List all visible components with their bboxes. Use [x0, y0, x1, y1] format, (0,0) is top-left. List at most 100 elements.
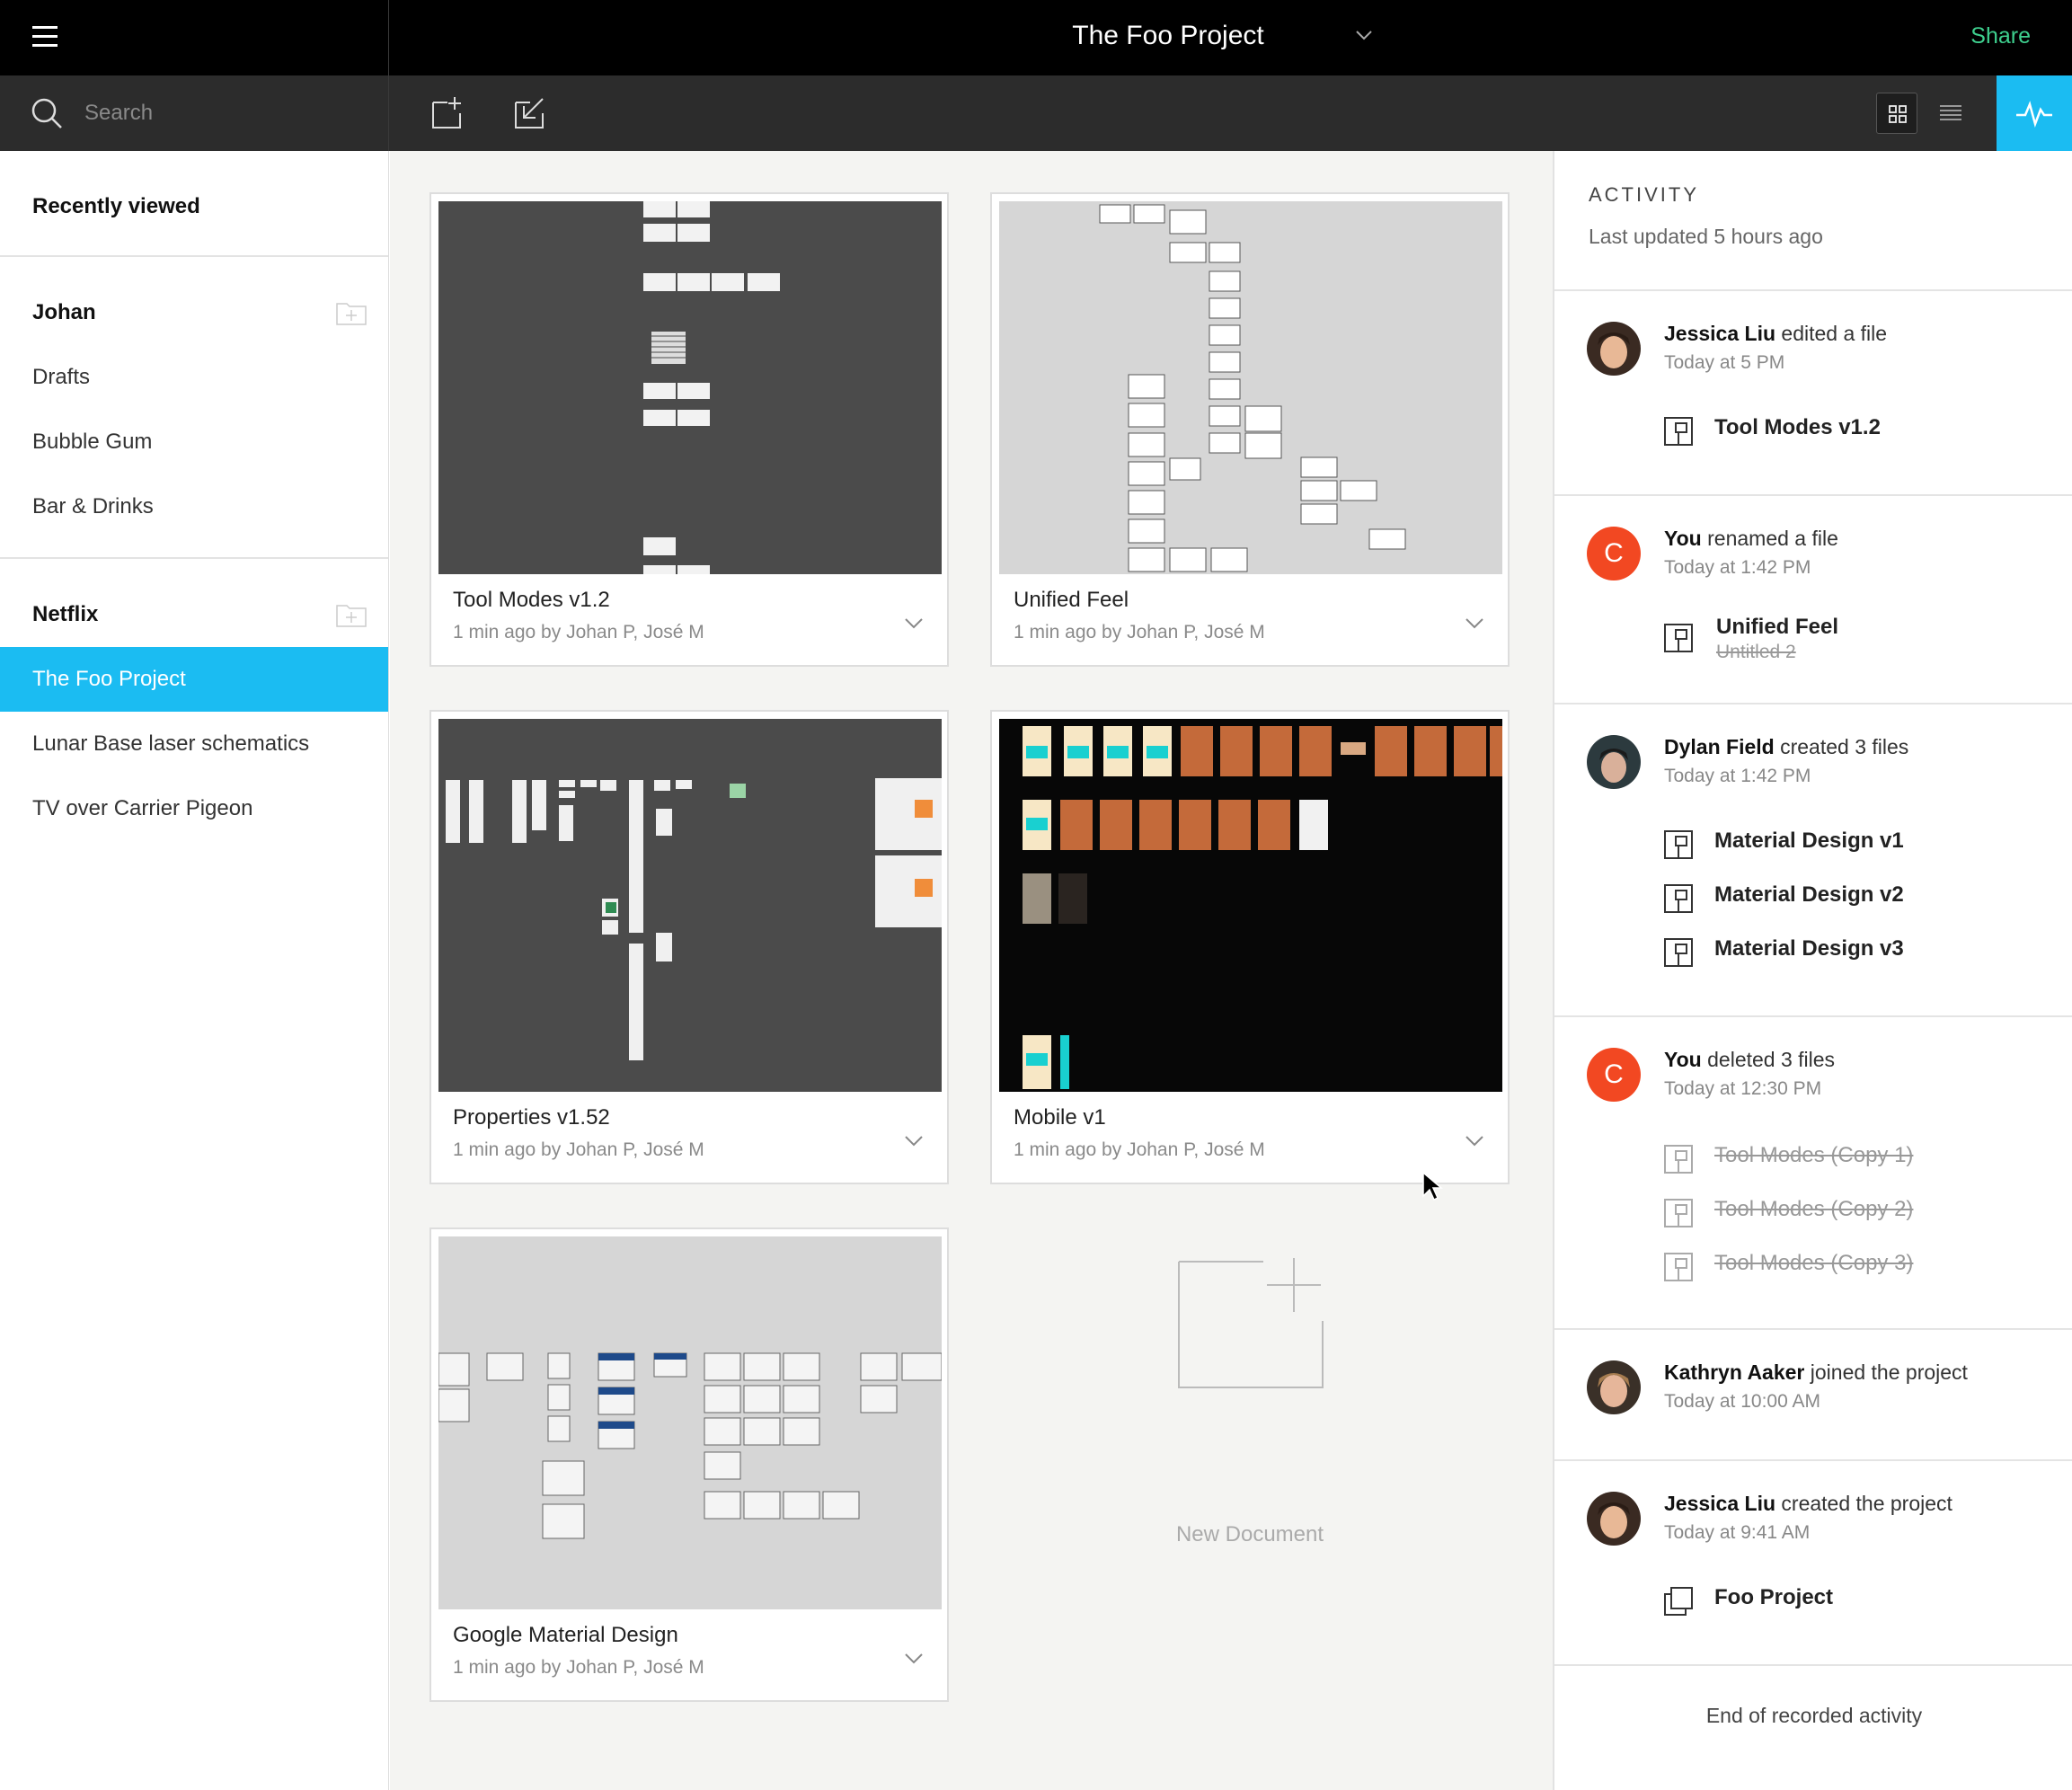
- divider: [1554, 1015, 2072, 1017]
- activity-last-updated: Last updated 5 hours ago: [1589, 225, 1823, 248]
- chevron-down-icon[interactable]: [904, 1652, 924, 1664]
- activity-text: Kathryn Aaker joined the project: [1664, 1360, 1968, 1385]
- activity-action: created the project: [1775, 1492, 1952, 1515]
- divider: [1554, 1664, 2072, 1666]
- divider: [0, 255, 388, 257]
- activity-file-name: Tool Modes (Copy 2): [1714, 1197, 1914, 1221]
- new-file-icon[interactable]: [429, 95, 465, 131]
- divider: [1554, 494, 2072, 496]
- chevron-down-icon[interactable]: [904, 616, 924, 629]
- file-card[interactable]: Google Material Design 1 min ago by Joha…: [429, 1227, 949, 1702]
- list-view-button[interactable]: [1930, 93, 1971, 134]
- avatar: [1587, 1492, 1641, 1546]
- activity-action: renamed a file: [1701, 527, 1838, 550]
- file-icon: [1664, 884, 1693, 913]
- folder-add-icon[interactable]: [336, 602, 367, 627]
- file-icon: [1664, 624, 1693, 652]
- activity-text: Dylan Field created 3 files: [1664, 735, 1908, 759]
- sidebar-item-the-foo-project[interactable]: The Foo Project: [0, 647, 388, 712]
- activity-text: Jessica Liu edited a file: [1664, 322, 1887, 346]
- file-thumbnail: [438, 201, 942, 574]
- activity-toggle-button[interactable]: [1997, 75, 2072, 151]
- file-title: Tool Modes v1.2: [453, 588, 610, 612]
- file-title: Unified Feel: [1014, 588, 1129, 612]
- activity-pulse-icon: [2016, 101, 2052, 128]
- file-thumbnail: [999, 719, 1502, 1092]
- project-title[interactable]: The Foo Project: [988, 21, 1348, 51]
- sidebar-item-bar-drinks[interactable]: Bar & Drinks: [0, 474, 388, 539]
- activity-actor[interactable]: Dylan Field: [1664, 735, 1775, 758]
- mouse-cursor-icon: [1422, 1171, 1444, 1201]
- activity-actor[interactable]: You: [1664, 1048, 1702, 1071]
- import-icon[interactable]: [512, 95, 548, 131]
- file-icon: [1664, 1253, 1693, 1281]
- activity-actor[interactable]: Jessica Liu: [1664, 1492, 1775, 1515]
- activity-actor[interactable]: Jessica Liu: [1664, 322, 1775, 345]
- activity-file-name: Tool Modes (Copy 1): [1714, 1143, 1914, 1167]
- activity-file-name: Material Design v1: [1714, 829, 1904, 853]
- file-card[interactable]: Mobile v1 1 min ago by Johan P, José M: [990, 710, 1510, 1184]
- recently-viewed-link[interactable]: Recently viewed: [32, 194, 200, 219]
- activity-action: edited a file: [1775, 322, 1888, 345]
- sidebar-item-drafts[interactable]: Drafts: [0, 345, 388, 410]
- activity-title: ACTIVITY: [1589, 183, 1700, 206]
- file-title: Google Material Design: [453, 1623, 678, 1647]
- avatar: [1587, 735, 1641, 789]
- file-meta: 1 min ago by Johan P, José M: [453, 1139, 704, 1160]
- activity-file-name: Material Design v2: [1714, 882, 1904, 907]
- file-meta: 1 min ago by Johan P, José M: [1014, 622, 1265, 642]
- new-document-label: New Document: [1175, 1522, 1324, 1546]
- divider: [1554, 703, 2072, 704]
- activity-file-name: Foo Project: [1714, 1585, 1834, 1609]
- chevron-down-icon[interactable]: [1465, 1134, 1484, 1147]
- team-name-johan[interactable]: Johan: [32, 300, 96, 325]
- new-document-button[interactable]: New Document: [1049, 1211, 1450, 1571]
- search-input[interactable]: [84, 97, 372, 129]
- avatar: [1587, 1360, 1641, 1414]
- activity-actor[interactable]: Kathryn Aaker: [1664, 1360, 1804, 1384]
- chevron-down-icon[interactable]: [1355, 29, 1373, 41]
- activity-time: Today at 10:00 AM: [1664, 1391, 1820, 1412]
- activity-action: joined the project: [1804, 1360, 1968, 1384]
- activity-time: Today at 9:41 AM: [1664, 1522, 1811, 1543]
- file-grid: Tool Modes v1.2 1 min ago by Johan P, Jo…: [390, 151, 1553, 1790]
- divider: [1554, 1328, 2072, 1330]
- activity-text: You deleted 3 files: [1664, 1048, 1835, 1072]
- activity-action: deleted 3 files: [1701, 1048, 1836, 1071]
- chevron-down-icon[interactable]: [1465, 616, 1484, 629]
- avatar: [1587, 322, 1641, 376]
- new-file-icon: [1178, 1258, 1324, 1388]
- chevron-down-icon[interactable]: [904, 1134, 924, 1147]
- file-thumbnail: [438, 719, 942, 1092]
- file-icon: [1664, 417, 1693, 446]
- project-icon: [1664, 1587, 1693, 1616]
- file-icon: [1664, 1145, 1693, 1174]
- file-title: Properties v1.52: [453, 1105, 610, 1130]
- activity-file-old-name: Untitled 2: [1716, 642, 1796, 662]
- grid-view-button[interactable]: [1876, 93, 1917, 134]
- file-meta: 1 min ago by Johan P, José M: [453, 622, 704, 642]
- file-title: Mobile v1: [1014, 1105, 1106, 1130]
- grid-view-icon: [1889, 105, 1907, 123]
- activity-panel: ACTIVITY Last updated 5 hours ago Jessic…: [1553, 151, 2072, 1790]
- file-card[interactable]: Unified Feel 1 min ago by Johan P, José …: [990, 192, 1510, 667]
- activity-action: created 3 files: [1774, 735, 1909, 758]
- file-card[interactable]: Properties v1.52 1 min ago by Johan P, J…: [429, 710, 949, 1184]
- activity-time: Today at 5 PM: [1664, 352, 1785, 373]
- file-icon: [1664, 1199, 1693, 1227]
- file-thumbnail: [999, 201, 1502, 574]
- sidebar-item-bubble-gum[interactable]: Bubble Gum: [0, 410, 388, 474]
- file-icon: [1664, 938, 1693, 967]
- activity-actor[interactable]: You: [1664, 527, 1702, 550]
- sidebar: Recently viewed Johan Drafts Bubble Gum …: [0, 151, 389, 1790]
- search-icon: [31, 98, 62, 128]
- divider: [0, 557, 388, 559]
- sidebar-item-lunar-base[interactable]: Lunar Base laser schematics: [0, 712, 388, 776]
- share-button[interactable]: Share: [1970, 23, 2031, 49]
- folder-add-icon[interactable]: [336, 300, 367, 325]
- sidebar-item-tv-over-carrier-pigeon[interactable]: TV over Carrier Pigeon: [0, 776, 388, 841]
- team-name-netflix[interactable]: Netflix: [32, 602, 98, 627]
- file-card[interactable]: Tool Modes v1.2 1 min ago by Johan P, Jo…: [429, 192, 949, 667]
- activity-text: You renamed a file: [1664, 527, 1838, 551]
- avatar: C: [1587, 527, 1641, 580]
